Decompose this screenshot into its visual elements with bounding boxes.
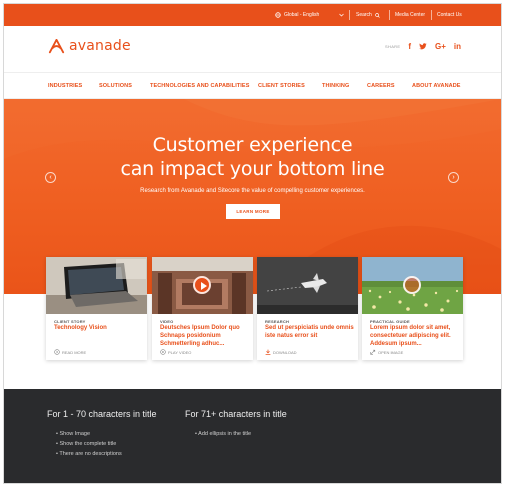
card-image [362, 257, 463, 314]
content-card[interactable]: CLIENT STORY Technology Vision READ MORE [46, 257, 147, 360]
carousel-next-button[interactable]: › [448, 172, 459, 183]
content-card[interactable]: VIDEO Deutsches Ipsum Dolor quo Schnaps … [152, 257, 253, 360]
nav-technologies[interactable]: TECHNOLOGIES AND CAPABILITIES [150, 73, 249, 99]
carousel-prev-button[interactable]: ‹ [45, 172, 56, 183]
media-center-label: Media Center [395, 12, 426, 18]
card-action-label: OPEN IMAGE [378, 349, 404, 355]
content-card[interactable]: RESEARCH Sed ut perspiciatis unde omnis … [257, 257, 358, 360]
notes-panel: For 1 - 70 characters in title • Show Im… [4, 389, 501, 483]
facebook-icon[interactable]: f [408, 42, 411, 51]
region-label: Global - English [284, 12, 320, 18]
notes-heading-short: For 1 - 70 characters in title [47, 409, 157, 419]
card-title[interactable]: Deutsches Ipsum Dolor quo Schnaps posido… [160, 324, 250, 348]
logo-mark-icon [48, 38, 65, 53]
content-card[interactable]: PRACTICAL GUIDE Lorem ipsum dolor sit am… [362, 257, 463, 360]
nav-about[interactable]: ABOUT AVANADE [412, 73, 461, 99]
notes-item: • There are no descriptions [56, 451, 122, 457]
card-action-label: READ MORE [62, 349, 87, 355]
play-icon[interactable] [193, 276, 211, 294]
search-link[interactable]: Search [356, 4, 380, 26]
notes-item: • Show the complete title [56, 441, 117, 447]
hero-title-line1: Customer experience [152, 134, 353, 156]
expand-icon[interactable] [403, 276, 421, 294]
divider [431, 10, 432, 20]
divider [349, 10, 350, 20]
nav-client-stories[interactable]: CLIENT STORIES [258, 73, 305, 99]
read-more-icon [54, 349, 60, 355]
card-image [152, 257, 253, 314]
page-frame: Global - English Search Media Center Con… [4, 4, 501, 483]
search-label: Search [356, 12, 372, 18]
region-selector[interactable]: Global - English [275, 4, 319, 26]
hero-title: Customer experience can impact your bott… [4, 133, 501, 181]
notes-heading-long: For 71+ characters in title [185, 409, 287, 419]
card-title[interactable]: Lorem ipsum dolor sit amet, consectetuer… [370, 324, 460, 348]
download-icon [265, 349, 271, 355]
card-image [257, 257, 358, 314]
nav-industries[interactable]: INDUSTRIES [48, 73, 82, 99]
notes-item: • Show Image [56, 431, 91, 437]
twitter-icon[interactable] [419, 43, 427, 50]
play-video-icon [160, 349, 166, 355]
chevron-down-icon[interactable] [339, 4, 344, 26]
share-label: SHARE [385, 44, 401, 49]
logo-text: avanade [69, 38, 131, 54]
card-action-label: DOWNLOAD [273, 349, 297, 355]
linkedin-icon[interactable]: in [454, 42, 461, 51]
contact-label: Contact Us [437, 12, 462, 18]
divider [389, 10, 390, 20]
nav-careers[interactable]: CAREERS [367, 73, 395, 99]
site-header: avanade SHARE f G+ in [4, 26, 501, 72]
notes-item: • Add ellipsis in the title [195, 431, 252, 437]
nav-solutions[interactable]: SOLUTIONS [99, 73, 132, 99]
card-action[interactable]: OPEN IMAGE [370, 349, 403, 355]
avanade-logo[interactable]: avanade [48, 38, 131, 54]
share-bar: SHARE f G+ in [385, 42, 461, 51]
utility-bar: Global - English Search Media Center Con… [4, 4, 501, 26]
card-title[interactable]: Technology Vision [54, 324, 144, 332]
card-action[interactable]: PLAY VIDEO [160, 349, 191, 355]
hero-title-line2: can impact your bottom line [120, 158, 385, 180]
globe-icon [275, 12, 281, 18]
open-image-icon [370, 349, 376, 355]
card-action[interactable]: DOWNLOAD [265, 349, 297, 355]
main-nav: INDUSTRIES SOLUTIONS TECHNOLOGIES AND CA… [4, 72, 501, 99]
hero-subtitle: Research from Avanade and Sitecore the v… [140, 188, 365, 194]
card-title[interactable]: Sed ut perspiciatis unde omnis iste natu… [265, 324, 355, 340]
card-action[interactable]: READ MORE [54, 349, 86, 355]
contact-link[interactable]: Contact Us [437, 4, 462, 26]
google-plus-icon[interactable]: G+ [435, 42, 446, 51]
search-icon [375, 12, 380, 18]
nav-thinking[interactable]: THINKING [322, 73, 349, 99]
card-action-label: PLAY VIDEO [168, 349, 192, 355]
card-image [46, 257, 147, 314]
media-center-link[interactable]: Media Center [395, 4, 425, 26]
learn-more-button[interactable]: LEARN MORE [226, 204, 280, 219]
